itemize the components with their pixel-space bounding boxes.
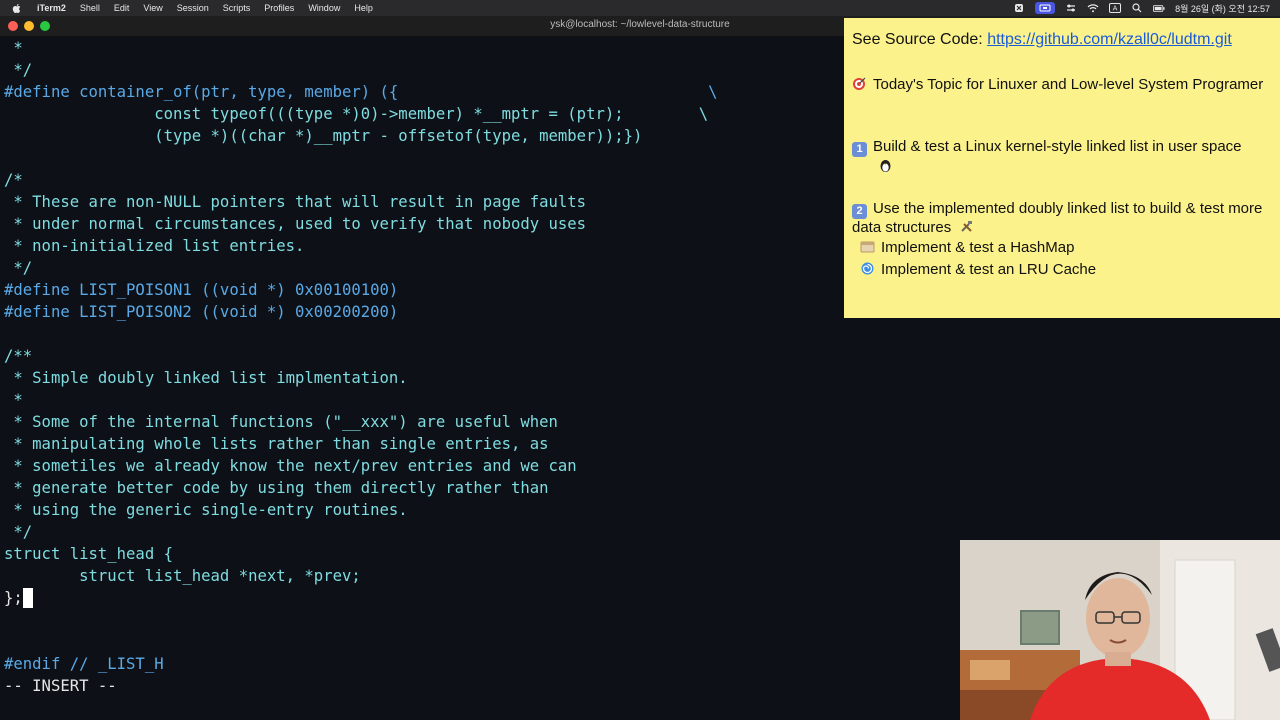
source-code-line: See Source Code: https://github.com/kzal…: [852, 31, 1232, 49]
code-line: #define container_of(ptr, type, member) …: [4, 83, 718, 101]
source-label: See Source Code:: [852, 31, 988, 48]
code-line: *: [4, 39, 23, 57]
step-2-text: Use the implemented doubly linked list t…: [852, 200, 1263, 236]
code-line: * sometiles we already know the next/pre…: [4, 457, 577, 475]
control-center-icon[interactable]: [1065, 3, 1077, 13]
dart-target-icon: [852, 76, 867, 91]
step-2-item: 2 Use the implemented doubly linked list …: [852, 200, 1272, 237]
menu-edit[interactable]: Edit: [107, 0, 137, 16]
code-line: #define LIST_POISON2 ((void *) 0x0020020…: [4, 303, 399, 321]
menu-window[interactable]: Window: [301, 0, 347, 16]
notes-panel: See Source Code: https://github.com/kzal…: [844, 18, 1280, 318]
cyclone-icon: [860, 261, 875, 276]
input-source-icon[interactable]: A: [1109, 3, 1122, 13]
menu-view[interactable]: View: [136, 0, 169, 16]
code-line: * using the generic single-entry routine…: [4, 501, 408, 519]
menu-scripts[interactable]: Scripts: [216, 0, 258, 16]
code-line: struct list_head {: [4, 545, 173, 563]
svg-text:A: A: [1113, 5, 1118, 13]
menu-extras: A 8월 26일 (화) 오전 12:57: [1013, 2, 1280, 15]
card-index-icon: [860, 239, 875, 254]
menu-profiles[interactable]: Profiles: [257, 0, 301, 16]
code-line: * manipulating whole lists rather than s…: [4, 435, 549, 453]
code-line-with-cursor: };: [4, 587, 33, 609]
apple-menu-icon[interactable]: [12, 3, 22, 13]
code-line: /*: [4, 171, 23, 189]
vim-mode-indicator: -- INSERT --: [4, 677, 117, 695]
code-line: * Simple doubly linked list implmentatio…: [4, 369, 408, 387]
code-line: #endif // _LIST_H: [4, 655, 164, 673]
keycap-two-icon: 2: [852, 204, 867, 219]
code-line: */: [4, 523, 33, 541]
step-1-item: 1 Build & test a Linux kernel-style linke…: [852, 138, 1272, 176]
menu-clock[interactable]: 8월 26일 (화) 오전 12:57: [1175, 2, 1270, 15]
code-line: #define LIST_POISON1 ((void *) 0x0010010…: [4, 281, 399, 299]
tools-icon: [959, 219, 974, 234]
code-line: * non-initialized list entries.: [4, 237, 305, 255]
code-line: const typeof(((type *)0)->member) *__mpt…: [4, 105, 709, 123]
source-link[interactable]: https://github.com/kzall0c/ludtm.git: [987, 31, 1232, 48]
text-cursor: [22, 588, 33, 608]
tray-app-icon[interactable]: [1013, 3, 1025, 13]
topic-text: Today's Topic for Linuxer and Low-level …: [873, 76, 1264, 93]
sub-item-lru: Implement & test an LRU Cache: [860, 261, 1280, 279]
topic-item: Today's Topic for Linuxer and Low-level …: [852, 76, 1272, 94]
menu-shell[interactable]: Shell: [73, 0, 107, 16]
keycap-one-icon: 1: [852, 142, 867, 157]
menu-app-name[interactable]: iTerm2: [30, 0, 73, 16]
code-line: */: [4, 259, 33, 277]
menu-session[interactable]: Session: [170, 0, 216, 16]
spotlight-search-icon[interactable]: [1131, 3, 1143, 13]
lru-text: Implement & test an LRU Cache: [881, 261, 1097, 278]
wifi-icon[interactable]: [1087, 3, 1099, 13]
step-1-text: Build & test a Linux kernel-style linked…: [873, 138, 1242, 155]
screen-share-icon[interactable]: [1035, 2, 1056, 14]
code-line: * under normal circumstances, used to ve…: [4, 215, 587, 233]
code-line: /**: [4, 347, 33, 365]
hashmap-text: Implement & test a HashMap: [881, 239, 1075, 256]
code-line: * Some of the internal functions ("__xxx…: [4, 413, 558, 431]
code-line: struct list_head *next, *prev;: [4, 567, 361, 585]
macos-menu-bar: iTerm2 Shell Edit View Session Scripts P…: [0, 0, 1280, 16]
sub-item-hashmap: Implement & test a HashMap: [860, 239, 1280, 257]
code-line: (type *)((char *)__mptr - offsetof(type,…: [4, 127, 643, 145]
webcam-video: [960, 540, 1280, 720]
code-line: *: [4, 391, 23, 409]
battery-icon[interactable]: [1153, 3, 1165, 13]
code-line: */: [4, 61, 33, 79]
penguin-icon: [878, 158, 893, 173]
menu-help[interactable]: Help: [347, 0, 380, 16]
code-line-text: };: [4, 589, 23, 607]
code-line: * generate better code by using them dir…: [4, 479, 549, 497]
code-line: * These are non-NULL pointers that will …: [4, 193, 587, 211]
